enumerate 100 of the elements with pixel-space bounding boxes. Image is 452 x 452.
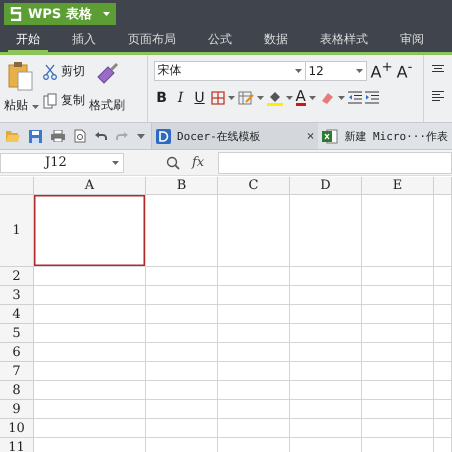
close-button[interactable]: × [306, 128, 314, 144]
grid-cell[interactable] [34, 381, 146, 400]
grid-cell[interactable] [146, 362, 218, 381]
grid-cell[interactable] [290, 286, 362, 305]
grid-cell[interactable] [362, 286, 434, 305]
grid-cell[interactable] [290, 267, 362, 286]
font-color-button[interactable]: A [296, 89, 306, 106]
align-left-icon[interactable] [432, 91, 444, 101]
grid-cell[interactable] [434, 362, 452, 381]
row-header[interactable]: 5 [0, 324, 34, 343]
grid-cell[interactable] [434, 419, 452, 438]
grid-cell[interactable] [362, 195, 434, 267]
caret-icon[interactable] [338, 96, 345, 100]
grid-cell[interactable] [218, 305, 290, 324]
column-header[interactable]: D [290, 177, 362, 195]
grid-cell[interactable] [218, 381, 290, 400]
ribbon-tab[interactable]: 开始 [8, 28, 48, 52]
copy-button[interactable]: 复制 [42, 92, 85, 109]
grid-cell[interactable] [34, 362, 146, 381]
formula-input[interactable] [218, 152, 452, 174]
grid-cell[interactable] [146, 324, 218, 343]
row-header[interactable]: 9 [0, 400, 34, 419]
grid-cell[interactable] [146, 286, 218, 305]
row-header[interactable]: 10 [0, 419, 34, 438]
column-header[interactable]: B [146, 177, 218, 195]
grid-cell[interactable] [34, 286, 146, 305]
row-header[interactable]: 11 [0, 438, 34, 452]
italic-button[interactable]: I [172, 90, 189, 106]
grid-cell[interactable] [290, 305, 362, 324]
caret-icon[interactable] [228, 96, 235, 100]
select-all-corner[interactable] [0, 177, 34, 195]
print-icon[interactable] [51, 130, 65, 142]
caret-icon[interactable] [256, 96, 264, 100]
column-header[interactable]: C [218, 177, 290, 195]
row-header[interactable]: 8 [0, 381, 34, 400]
shrink-font-button[interactable]: A$^{-}$ [394, 60, 415, 82]
grid-cell[interactable] [362, 343, 434, 362]
row-header[interactable]: 4 [0, 305, 34, 324]
font-size-field[interactable]: 12 [304, 60, 367, 81]
ribbon-tab[interactable]: 数据 [256, 28, 296, 52]
row-header[interactable]: 3 [0, 286, 34, 305]
grid-cell[interactable] [34, 343, 146, 362]
grid-cell[interactable] [34, 324, 146, 343]
grid-cell[interactable] [218, 324, 290, 343]
column-header[interactable]: E [362, 177, 434, 195]
grid-cell[interactable] [434, 195, 452, 267]
grid-cell[interactable] [362, 305, 434, 324]
borders-icon[interactable] [210, 90, 225, 105]
ribbon-tab[interactable]: 页面布局 [120, 28, 184, 52]
grid-cell[interactable] [434, 267, 452, 286]
grid-cell[interactable] [362, 324, 434, 343]
fill-color-icon[interactable] [266, 90, 283, 106]
grid-cell[interactable] [146, 343, 218, 362]
decrease-indent-icon[interactable] [348, 91, 362, 104]
grid-cell[interactable] [290, 400, 362, 419]
grid-cell[interactable] [146, 400, 218, 419]
column-header[interactable]: A [34, 177, 146, 195]
grid-cell[interactable] [218, 267, 290, 286]
grid-cell[interactable] [34, 400, 146, 419]
grid-cell[interactable] [34, 419, 146, 438]
font-family-field[interactable]: 宋体 [154, 60, 306, 81]
grid-cell[interactable] [362, 381, 434, 400]
grid-cell[interactable] [362, 362, 434, 381]
row-header[interactable]: 2 [0, 267, 34, 286]
row-header[interactable]: 1 [0, 195, 34, 267]
grid-cell[interactable] [362, 267, 434, 286]
row-header[interactable]: 6 [0, 343, 34, 362]
grid-cell[interactable] [290, 324, 362, 343]
increase-indent-icon[interactable] [364, 91, 379, 104]
name-box[interactable]: J12 [0, 152, 124, 172]
undo-icon[interactable] [95, 131, 107, 141]
table-style-icon[interactable] [238, 90, 254, 105]
grid-cell[interactable] [146, 381, 218, 400]
selected-cell[interactable] [34, 195, 146, 267]
grid-cell[interactable] [146, 267, 218, 286]
grid-cell[interactable] [362, 400, 434, 419]
format-painter-button[interactable]: 格式刷 [88, 61, 125, 114]
grid-cell[interactable] [434, 324, 452, 343]
grid-cell[interactable] [290, 195, 362, 267]
print-preview-icon[interactable] [74, 129, 86, 143]
grid-cell[interactable] [218, 362, 290, 381]
grid-cell[interactable] [290, 362, 362, 381]
caret-icon[interactable] [294, 68, 302, 73]
ribbon-tab[interactable]: 表格样式 [312, 28, 376, 52]
row-header[interactable]: 7 [0, 362, 34, 381]
grid-cell[interactable] [290, 419, 362, 438]
save-icon[interactable] [29, 130, 42, 142]
underline-button[interactable]: U [192, 90, 208, 106]
bold-button[interactable]: B [154, 90, 170, 106]
grid-cell[interactable] [218, 419, 290, 438]
magnifier-icon[interactable] [166, 156, 180, 170]
paste-button[interactable]: 粘贴 [4, 61, 39, 114]
grid-cell[interactable] [434, 343, 452, 362]
grid-cell[interactable] [362, 419, 434, 438]
grid-cell[interactable] [290, 381, 362, 400]
folder-icon[interactable] [6, 130, 20, 142]
align-top-icon[interactable] [432, 65, 444, 73]
grid-cell[interactable] [34, 305, 146, 324]
grid-cell[interactable] [434, 286, 452, 305]
grid-cell[interactable] [146, 419, 218, 438]
